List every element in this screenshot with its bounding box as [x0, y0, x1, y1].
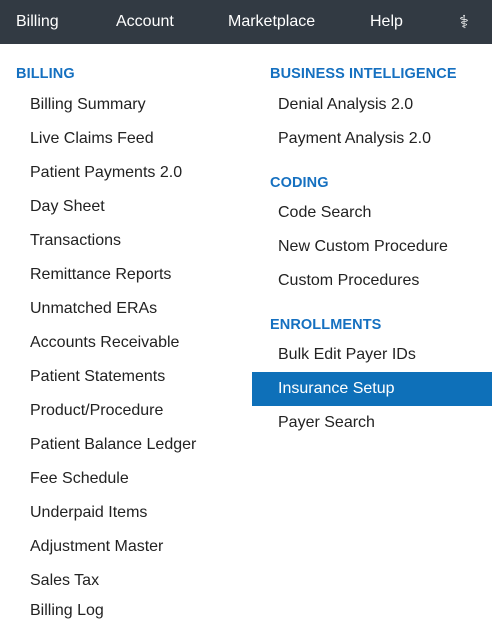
menu-item-patient-balance-ledger[interactable]: Patient Balance Ledger [30, 428, 196, 462]
section-title-coding: CODING [270, 175, 329, 191]
top-nav-bar: Billing Account Marketplace Help ⚕ [0, 0, 492, 44]
menu-item-patient-statements[interactable]: Patient Statements [30, 360, 165, 394]
menu-item-payment-analysis[interactable]: Payment Analysis 2.0 [278, 122, 431, 156]
menu-item-unmatched-eras[interactable]: Unmatched ERAs [30, 292, 157, 326]
section-title-billing: BILLING [16, 66, 75, 82]
menu-item-code-search[interactable]: Code Search [278, 196, 371, 230]
menu-item-insurance-setup[interactable]: Insurance Setup [252, 372, 492, 406]
billing-dropdown-menu: BILLING Billing Summary Live Claims Feed… [0, 44, 492, 620]
menu-item-custom-procedures[interactable]: Custom Procedures [278, 264, 419, 298]
menu-item-remittance-reports[interactable]: Remittance Reports [30, 258, 171, 292]
menu-item-live-claims-feed[interactable]: Live Claims Feed [30, 122, 154, 156]
menu-item-bulk-edit-payer-ids[interactable]: Bulk Edit Payer IDs [278, 338, 416, 372]
menu-item-billing-summary[interactable]: Billing Summary [30, 88, 146, 122]
nav-help[interactable]: Help [370, 0, 403, 44]
menu-item-day-sheet[interactable]: Day Sheet [30, 190, 105, 224]
nav-account[interactable]: Account [116, 0, 174, 44]
menu-item-billing-log[interactable]: Billing Log [30, 598, 104, 620]
menu-item-payer-search[interactable]: Payer Search [278, 406, 375, 440]
menu-item-sales-tax[interactable]: Sales Tax [30, 564, 99, 598]
menu-item-accounts-receivable[interactable]: Accounts Receivable [30, 326, 179, 360]
section-title-enrollments: ENROLLMENTS [270, 317, 382, 333]
menu-item-adjustment-master[interactable]: Adjustment Master [30, 530, 163, 564]
menu-item-patient-payments[interactable]: Patient Payments 2.0 [30, 156, 182, 190]
nav-billing[interactable]: Billing [16, 0, 59, 44]
menu-item-new-custom-procedure[interactable]: New Custom Procedure [278, 230, 448, 264]
menu-item-denial-analysis[interactable]: Denial Analysis 2.0 [278, 88, 413, 122]
menu-item-fee-schedule[interactable]: Fee Schedule [30, 462, 129, 496]
section-title-business-intelligence: BUSINESS INTELLIGENCE [270, 66, 457, 82]
menu-item-product-procedure[interactable]: Product/Procedure [30, 394, 163, 428]
menu-item-underpaid-items[interactable]: Underpaid Items [30, 496, 147, 530]
nav-marketplace[interactable]: Marketplace [228, 0, 315, 44]
menu-item-transactions[interactable]: Transactions [30, 224, 121, 258]
caduceus-icon[interactable]: ⚕ [450, 0, 478, 44]
